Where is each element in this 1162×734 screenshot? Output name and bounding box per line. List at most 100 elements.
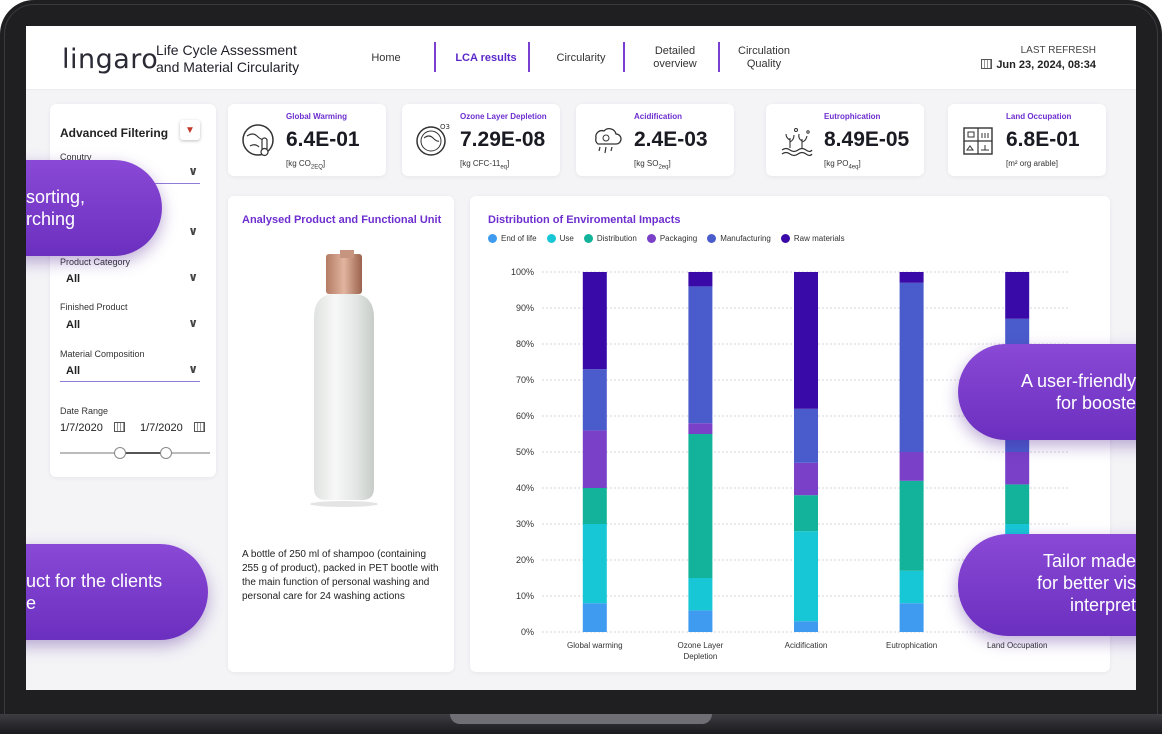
bar-segment[interactable] [582,524,607,604]
lingaro-logo[interactable]: lingaro [62,44,158,75]
y-tick-label: 0% [521,627,534,637]
legend-swatch [488,234,497,243]
legend-label: End of life [501,234,537,243]
bar-segment[interactable] [899,272,924,283]
laptop-notch [450,714,712,724]
kpi-unit: [kg CO2EQ] [286,159,326,171]
legend-item[interactable]: Packaging [646,234,698,243]
legend-item[interactable]: Use [546,234,574,243]
bar-segment[interactable] [794,462,818,496]
calendar-icon[interactable] [113,422,125,432]
x-tick-label: Global warming [567,641,623,650]
bar-segment[interactable] [794,531,818,622]
bar-segment[interactable] [899,282,924,452]
legend-item[interactable]: End of life [488,234,537,243]
land-grid-icon [963,127,993,155]
y-tick-label: 90% [516,303,534,313]
material-composition-select[interactable]: All ∨ [60,362,200,382]
bar-segment[interactable] [688,286,713,424]
nav-separator [528,42,530,72]
legend-item[interactable]: Manufacturing [707,234,771,243]
analysed-product-panel: Analysed Product and Functional Unit A b… [228,196,454,672]
nav-detailed-overview[interactable]: Detailed overview [632,26,718,90]
shampoo-bottle-image [310,250,378,507]
bar-segment[interactable] [688,578,713,611]
kpi-global-warming[interactable]: Global Warming 6.4E-01 [kg CO2EQ] [228,104,386,176]
nav-circulation-line2: Quality [746,58,782,70]
bar-segment[interactable] [794,621,818,632]
bar-segment[interactable] [1005,452,1030,485]
svg-text:O3: O3 [440,123,450,131]
date-from-input[interactable]: 1/7/2020 [60,422,103,434]
bar-segment[interactable] [582,488,607,524]
y-tick-label: 60% [516,411,534,421]
kpi-value: 8.49E-05 [824,128,910,151]
bar-segment[interactable] [1005,484,1030,524]
slider-handle-end[interactable] [160,447,172,459]
feature-callout-user-friendly: A user-friendly for booste [958,344,1136,440]
bar-segment[interactable] [899,452,924,481]
y-tick-label: 40% [516,483,534,493]
bar-segment[interactable] [688,423,713,434]
bar-segment[interactable] [582,272,607,370]
bar-segment[interactable] [582,369,607,431]
finished-product-value: All [66,319,81,331]
nav-circularity[interactable]: Circularity [538,26,624,90]
filter-icon[interactable]: ▼ [180,120,200,140]
date-range-slider[interactable] [60,447,210,459]
kpi-land-occupation[interactable]: Land Occupation 6.8E-01 [m² org arable] [948,104,1106,176]
legend-item[interactable]: Raw materials [780,234,845,243]
x-tick-label: Depletion [683,652,717,661]
slider-handle-start[interactable] [114,447,126,459]
bar-segment[interactable] [582,430,607,488]
kpi-eutrophication[interactable]: Eutrophication 8.49E-05 [kg PO4eq] [766,104,924,176]
bar-segment[interactable] [794,272,818,409]
bar-segment[interactable] [899,480,924,571]
chevron-down-icon: ∨ [188,224,198,238]
product-category-select[interactable]: All ∨ [60,270,200,290]
x-tick-label: Ozone Layer [677,641,723,650]
y-tick-label: 100% [511,267,534,277]
legend-swatch [780,234,790,243]
refresh-date: Jun 23, 2024, 08:34 [996,59,1096,71]
kpi-unit: [kg SO2eq] [634,159,671,171]
bar-segment[interactable] [1005,272,1030,319]
callout-text: rching [26,209,76,229]
finished-product-label: Finished Product [60,302,128,312]
bar-segment[interactable] [688,272,713,287]
kpi-unit: [m² org arable] [1006,159,1059,168]
y-tick-label: 30% [516,519,534,529]
bar-segment[interactable] [688,434,713,578]
kpi-value: 7.29E-08 [460,128,546,151]
bar-segment[interactable] [582,603,607,632]
kpi-value: 6.4E-01 [286,128,360,151]
nav-circulation-quality[interactable]: Circulation Quality [726,26,802,90]
nav-separator [718,42,720,72]
date-to-input[interactable]: 1/7/2020 [140,422,183,434]
refresh-label: LAST REFRESH [1020,45,1096,56]
bar-segment[interactable] [794,408,818,463]
calendar-icon[interactable] [193,422,205,432]
calendar-icon [981,59,993,69]
nav-lca-results[interactable]: LCA results [444,26,528,90]
chevron-down-icon: ∨ [188,362,198,376]
bar-segment[interactable] [899,603,924,632]
callout-text: uct for the clients [26,571,163,591]
bar-segment[interactable] [899,570,924,604]
kpi-value: 6.8E-01 [1006,128,1080,151]
product-category-label: Product Category [60,257,131,267]
bar-segment[interactable] [794,495,818,532]
nav-separator [434,42,436,72]
kpi-ozone-layer-depletion[interactable]: O3 Ozone Layer Depletion 7.29E-08 [kg CF… [402,104,560,176]
kpi-acidification[interactable]: Acidification 2.4E-03 [kg SO2eq] [576,104,734,176]
ozone-globe-icon: O3 [416,123,450,156]
legend-item[interactable]: Distribution [583,234,637,243]
kpi-title: Ozone Layer Depletion [460,112,547,121]
nav-separator [623,42,625,72]
nav-home[interactable]: Home [356,26,416,90]
finished-product-select[interactable]: All ∨ [60,316,200,336]
kpi-title: Eutrophication [824,112,881,121]
bar-segment[interactable] [688,610,713,632]
legend-label: Packaging [659,234,698,243]
kpi-title: Land Occupation [1006,112,1072,121]
